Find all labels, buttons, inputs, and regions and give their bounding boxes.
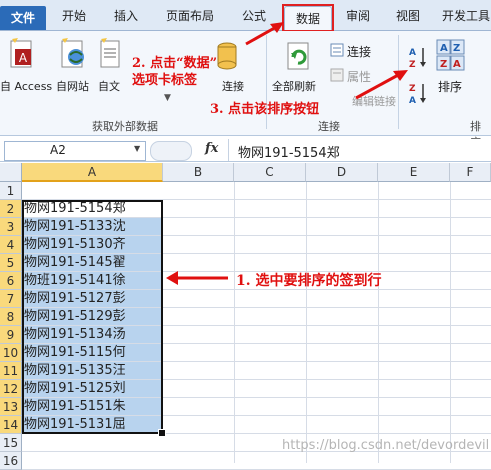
step3-annotation: 3. 点击该排序按钮 <box>210 102 320 117</box>
arrow-head <box>270 22 284 33</box>
arrow-head <box>166 271 178 285</box>
annotation-arrows <box>166 22 408 285</box>
step2-annotation-line2: 选项卡标签 <box>132 73 198 88</box>
arrow-to-sort-button <box>355 72 401 100</box>
step1-annotation: 1. 选中要排序的签到行 <box>236 273 382 289</box>
arrow-to-data-tab <box>245 24 279 46</box>
watermark: https://blog.csdn.net/devordevil <box>282 438 490 453</box>
